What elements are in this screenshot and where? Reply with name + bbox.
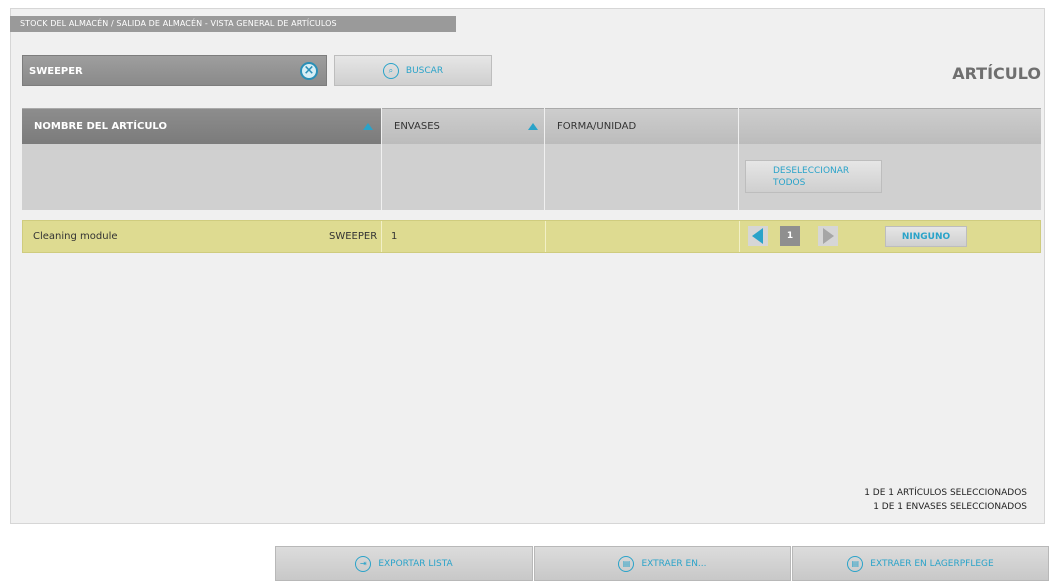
next-arrow-icon[interactable] [818, 226, 838, 246]
magnifier-icon: ⌕ [382, 62, 399, 79]
search-input[interactable] [23, 56, 301, 87]
sort-ascending-icon [363, 123, 373, 130]
column-header-actions [739, 108, 1041, 144]
column-divider [739, 221, 740, 252]
filter-cell [545, 144, 738, 210]
extract-icon: ▤ [618, 555, 635, 572]
clear-search-icon[interactable]: × [300, 62, 318, 80]
search-button[interactable]: ⌕ BUSCAR [334, 55, 492, 86]
breadcrumb: STOCK DEL ALMACÉN / SALIDA DE ALMACÉN - … [10, 16, 456, 32]
previous-arrow-icon[interactable] [748, 226, 768, 246]
article-code: SWEEPER [329, 231, 378, 242]
column-header-label: FORMA/UNIDAD [557, 121, 637, 132]
containers-selected-status: 1 DE 1 ENVASES SELECCIONADOS [873, 502, 1027, 512]
ninguno-label: NINGUNO [901, 231, 951, 242]
table-row[interactable]: Cleaning module SWEEPER 1 1 NINGUNO [22, 220, 1041, 253]
column-divider [381, 221, 382, 252]
extract-lager-label: EXTRAER EN LAGERPFLEGE [870, 558, 994, 569]
export-icon: ⇥ [355, 555, 372, 572]
extract-lager-button[interactable]: ▤ EXTRAER EN LAGERPFLEGE [792, 546, 1049, 581]
extract-to-button[interactable]: ▤ EXTRAER EN... [534, 546, 791, 581]
deselect-all-label: DESELECCIONAR TODOS [773, 165, 850, 188]
extract-to-label: EXTRAER EN... [641, 558, 707, 569]
column-header-forma[interactable]: FORMA/UNIDAD [545, 108, 738, 144]
filter-cell [22, 144, 381, 210]
export-list-button[interactable]: ⇥ EXPORTAR LISTA [275, 546, 533, 581]
ninguno-button[interactable]: NINGUNO [885, 226, 967, 247]
column-divider [545, 221, 546, 252]
sort-ascending-icon [528, 123, 538, 130]
page-number: 1 [780, 226, 800, 246]
export-list-label: EXPORTAR LISTA [378, 558, 453, 569]
column-header-envases[interactable]: ENVASES [382, 108, 544, 144]
search-field[interactable]: × [22, 55, 327, 87]
articles-selected-status: 1 DE 1 ARTÍCULOS SELECCIONADOS [864, 488, 1027, 498]
page-title: ARTÍCULO [952, 64, 1041, 83]
envases-value: 1 [391, 231, 398, 242]
column-header-label: NOMBRE DEL ARTÍCULO [34, 121, 167, 132]
search-button-label: BUSCAR [405, 65, 444, 76]
extract-icon: ▤ [847, 555, 864, 572]
deselect-all-button[interactable]: DESELECCIONAR TODOS [745, 160, 882, 193]
filter-cell [382, 144, 544, 210]
article-name: Cleaning module [33, 231, 118, 242]
column-header-label: ENVASES [394, 121, 440, 132]
column-header-name[interactable]: NOMBRE DEL ARTÍCULO [22, 108, 381, 144]
